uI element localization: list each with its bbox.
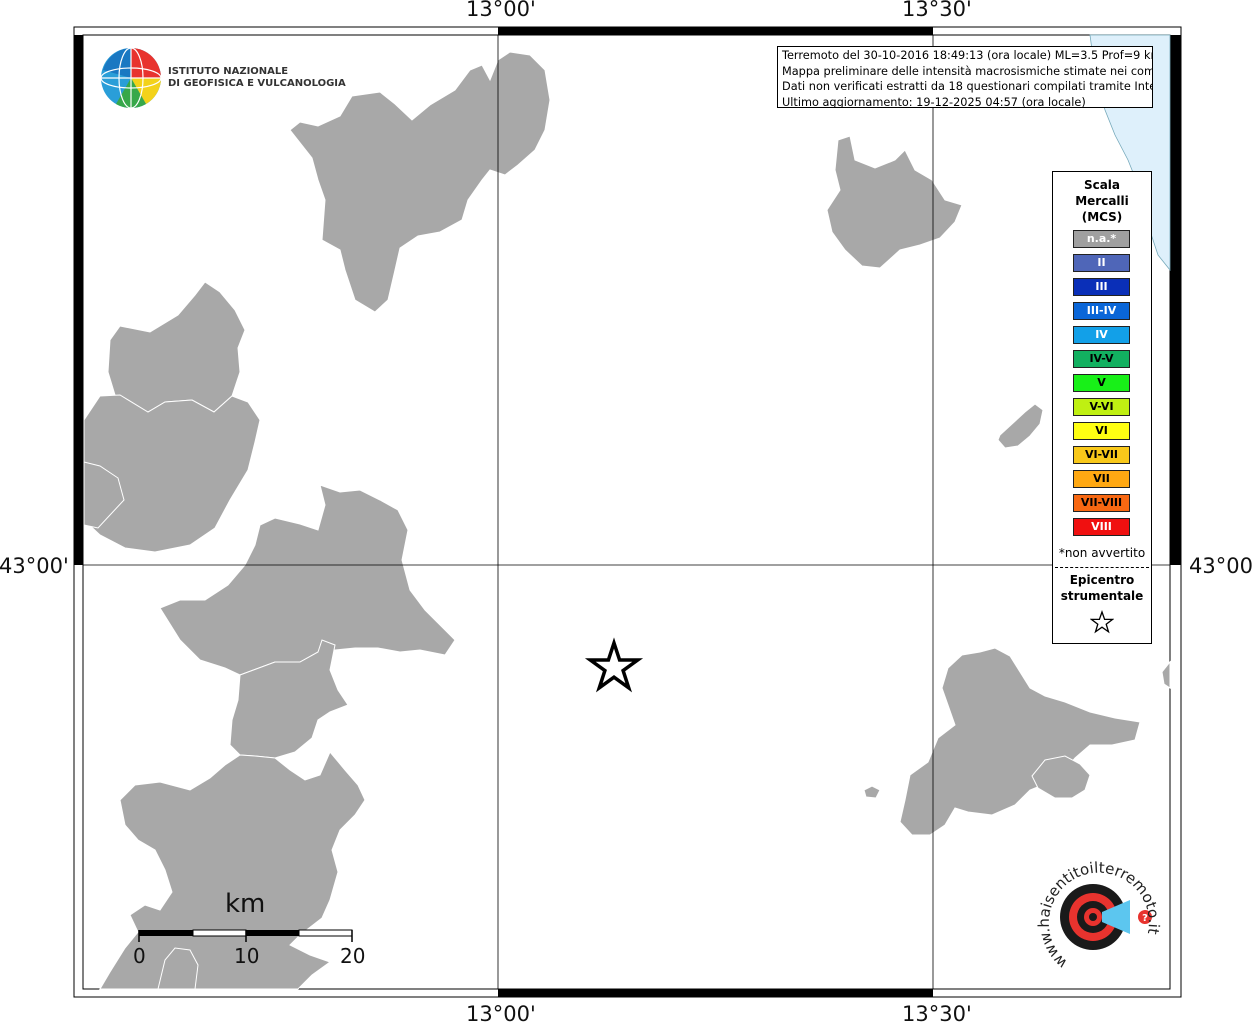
lon-label-top-1: 13°00' (466, 0, 536, 21)
info-line-2: Mappa preliminare delle intensità macros… (782, 64, 1153, 78)
ingv-logo-line2: DI GEOFISICA E VULCANOLOGIA (168, 78, 346, 89)
legend-item-vii-viii: VII-VIII (1073, 494, 1130, 512)
legend-item-ii: II (1073, 254, 1130, 272)
legend-title-line2: Mercalli (1075, 194, 1129, 208)
frame-segment-left (74, 35, 83, 565)
legend-item-vi-vii: VI-VII (1073, 446, 1130, 464)
scale-label-20: 20 (340, 944, 366, 968)
legend-item-n-a-: n.a.* (1073, 230, 1130, 248)
ingv-logo-text: ISTITUTO NAZIONALE DI GEOFISICA E VULCAN… (168, 66, 346, 90)
ingv-logo-icon (100, 47, 162, 109)
legend-item-vi: VI (1073, 422, 1130, 440)
lon-label-top-2: 13°30' (902, 0, 972, 21)
scale-bar-segment-4 (298, 929, 353, 937)
legend-epicenter-label: Epicentro strumentale (1053, 572, 1151, 604)
legend-title: Scala Mercalli (MCS) (1053, 177, 1151, 225)
lat-label-right: 43°00' (1189, 554, 1254, 578)
scale-bar-segment-3 (246, 930, 299, 936)
info-line-3: Dati non verificati estratti da 18 quest… (782, 80, 1153, 93)
legend-item-v-vi: V-VI (1073, 398, 1130, 416)
mcs-legend: Scala Mercalli (MCS) n.a.* II III III-IV IV I… (1052, 171, 1152, 644)
legend-note: *non avvertito (1058, 546, 1146, 560)
legend-item-vii: VII (1073, 470, 1130, 488)
scale-unit: km (225, 889, 266, 919)
lon-label-bottom-2: 13°30' (902, 1002, 972, 1026)
frame-segment-bottom (498, 989, 933, 997)
frame-segment-right (1170, 35, 1181, 565)
scale-bar-segment-2 (192, 929, 247, 937)
earthquake-info-box: Terremoto del 30-10-2016 18:49:13 (ora l… (777, 46, 1153, 108)
legend-title-line3: (MCS) (1081, 210, 1123, 224)
legend-star-icon (1090, 610, 1114, 634)
info-line-4: Ultimo aggiornamento: 19-12-2025 04:57 (… (782, 95, 1086, 108)
scale-label-0: 0 (133, 944, 146, 968)
legend-epicenter-line1: Epicentro (1069, 573, 1135, 587)
lon-label-bottom-1: 13°00' (466, 1002, 536, 1026)
legend-separator (1055, 567, 1149, 568)
legend-title-line1: Scala (1083, 178, 1121, 192)
info-line-1: Terremoto del 30-10-2016 18:49:13 (ora l… (782, 49, 1153, 62)
legend-item-viii: VIII (1073, 518, 1130, 536)
frame-segment-top (498, 27, 933, 35)
lat-label-left: 43°00' (0, 554, 69, 578)
scale-label-10: 10 (234, 944, 260, 968)
legend-epicenter-line2: strumentale (1060, 589, 1144, 603)
legend-item-iv-v: IV-V (1073, 350, 1130, 368)
legend-item-iii-iv: III-IV (1073, 302, 1130, 320)
legend-item-iv: IV (1073, 326, 1130, 344)
ingv-logo-line1: ISTITUTO NAZIONALE (168, 66, 289, 77)
scale-bar-segment-1 (139, 930, 193, 936)
legend-item-iii: III (1073, 278, 1130, 296)
legend-item-v: V (1073, 374, 1130, 392)
